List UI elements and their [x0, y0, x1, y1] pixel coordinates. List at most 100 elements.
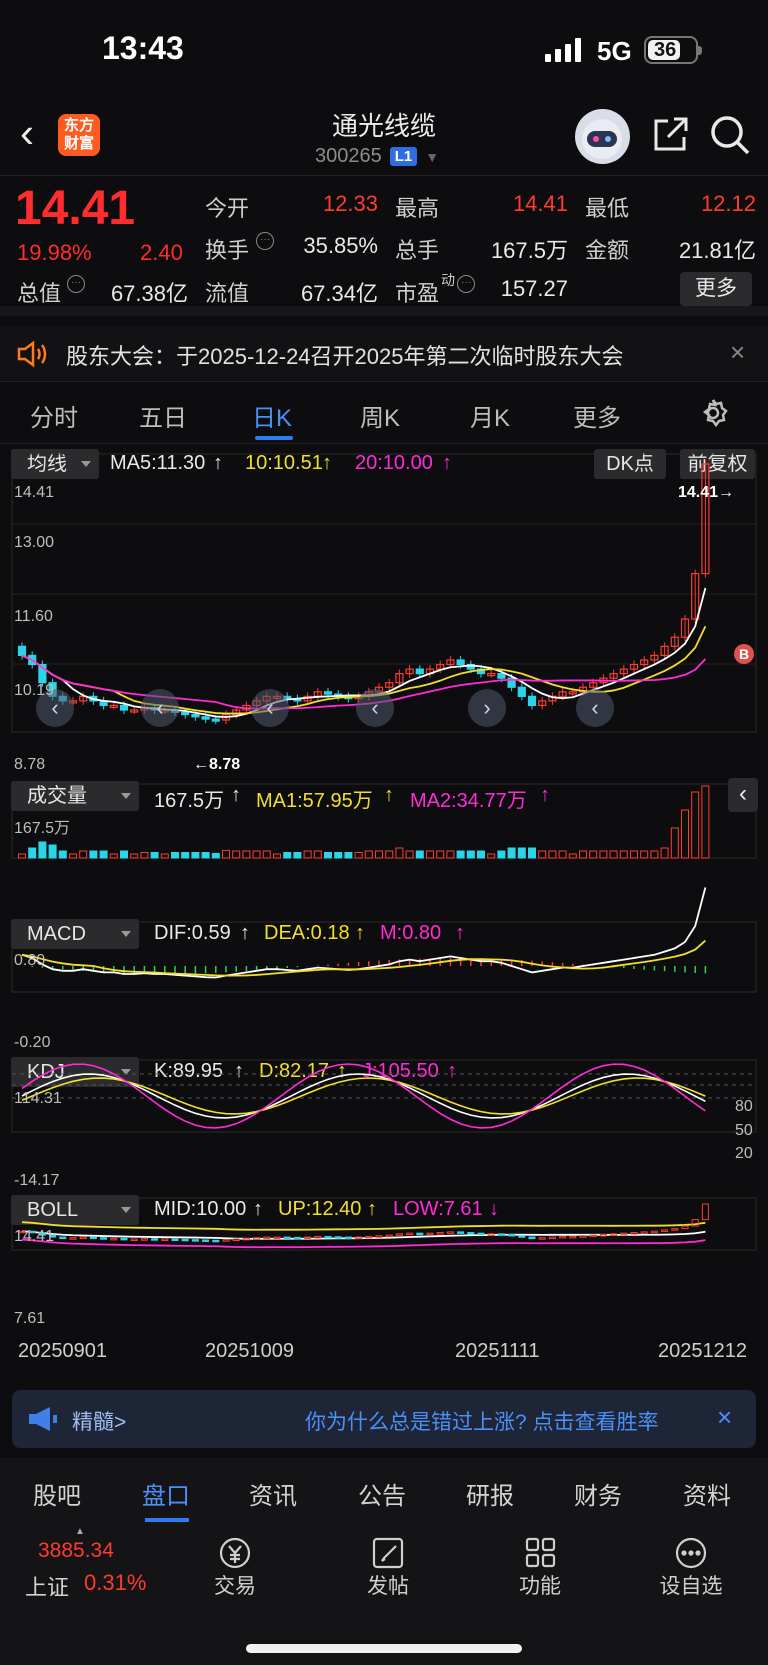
tab-orderbook[interactable]: 盘口	[142, 1476, 190, 1511]
boll-up-line	[21, 1221, 706, 1231]
date-axis: 20250901 20251009 20251111 20251212	[0, 1336, 768, 1374]
tab-daily-k[interactable]: 日K	[252, 398, 292, 433]
boll-candle	[161, 1238, 169, 1242]
volume-bars	[18, 785, 710, 859]
boll-candle	[69, 1237, 77, 1240]
candle-body	[517, 686, 526, 697]
volume-bar	[262, 850, 271, 859]
close-icon[interactable]: ×	[730, 337, 745, 368]
tab-forum[interactable]: 股吧	[33, 1476, 81, 1511]
tab-profile[interactable]: 资料	[683, 1476, 731, 1511]
float-label: 流值	[205, 281, 250, 306]
boll-candle	[375, 1235, 383, 1238]
tab-5day[interactable]: 五日	[139, 398, 187, 433]
tab-research[interactable]: 研报	[466, 1476, 514, 1511]
post-edit-icon[interactable]	[358, 1536, 418, 1570]
volume-bar	[568, 853, 577, 859]
tab-monthly-k[interactable]: 月K	[470, 398, 510, 433]
volume-bar	[232, 850, 241, 859]
trade-label[interactable]: 交易	[185, 1570, 285, 1600]
status-bar: 13:43 5G 36	[0, 0, 768, 100]
volume-bar	[426, 850, 434, 859]
info-tabs: 股吧 盘口 资讯 公告 研报 财务 资料	[0, 1458, 768, 1524]
tab-news[interactable]: 资讯	[249, 1476, 297, 1511]
volume-bar	[334, 852, 343, 859]
level-badge: L1	[389, 147, 418, 166]
post-label[interactable]: 发帖	[338, 1570, 438, 1600]
kdj-level-20: 20	[735, 1145, 753, 1162]
info-icon[interactable]: ···	[256, 232, 274, 250]
watchlist-label[interactable]: 设自选	[641, 1570, 741, 1600]
turnover-label: 换手	[205, 238, 250, 263]
candle-body	[181, 711, 190, 716]
volume-bar	[109, 853, 118, 859]
chevron-icon: ‹	[591, 695, 598, 720]
settings-gear-icon[interactable]	[698, 398, 728, 428]
chart-scroll-button: ‹	[141, 689, 179, 727]
kline-chart-area[interactable]: ‹ ‹ ‹ ‹ › ‹	[0, 444, 768, 1336]
volume-bar	[242, 850, 251, 859]
function-label[interactable]: 功能	[490, 1570, 590, 1600]
volume-bar	[558, 850, 567, 859]
share-icon[interactable]	[648, 113, 692, 157]
boll-candle	[324, 1235, 332, 1239]
pe-label: 市盈	[395, 281, 440, 306]
volume-bar	[466, 850, 475, 859]
info-icon[interactable]: ···	[67, 275, 85, 293]
more-button[interactable]: 更多	[680, 272, 752, 306]
volume-bar	[548, 850, 557, 859]
index-change[interactable]: 0.31%	[84, 1570, 146, 1596]
boll-candle	[518, 1235, 526, 1238]
add-watchlist-icon[interactable]	[661, 1536, 721, 1570]
volume-bar	[640, 850, 649, 859]
candles	[17, 460, 710, 724]
boll-candle	[385, 1234, 393, 1238]
volume-bar	[79, 850, 88, 859]
index-name[interactable]: 上证	[25, 1570, 69, 1602]
candle-body	[201, 716, 210, 720]
robot-assistant-icon[interactable]	[575, 109, 630, 164]
tab-weekly-k[interactable]: 周K	[360, 398, 400, 433]
volume-bar	[579, 850, 587, 859]
candle-body	[456, 659, 465, 666]
volume-bar	[477, 850, 485, 859]
high-value: 14.41	[512, 191, 568, 216]
volume-bar	[252, 850, 261, 859]
boll-candle	[416, 1232, 424, 1236]
pe-value: 157.27	[500, 276, 568, 301]
megaphone-icon	[29, 1407, 57, 1431]
stock-code-row[interactable]: 300265 L1 ▼	[315, 145, 439, 168]
boll-candle	[406, 1232, 414, 1236]
boll-candle	[701, 1203, 709, 1221]
buy-signal-badge[interactable]: B	[734, 644, 754, 664]
tab-announcements[interactable]: 公告	[358, 1476, 406, 1511]
panel-frame	[11, 453, 757, 733]
tab-intraday[interactable]: 分时	[30, 398, 78, 433]
volume-bar	[150, 852, 159, 859]
info-icon[interactable]: ···	[457, 275, 475, 293]
index-value[interactable]: 3885.34	[38, 1539, 114, 1563]
promo-banner[interactable]: 精髓> 你为什么总是错过上涨? 点击查看胜率 ×	[12, 1390, 756, 1448]
volume-bar	[609, 850, 618, 859]
trade-yuan-icon[interactable]	[205, 1536, 265, 1570]
date-label: 20251009	[205, 1340, 294, 1362]
boll-candle	[538, 1237, 546, 1240]
candle-body	[191, 713, 200, 718]
announcement-bar[interactable]: 股东大会：于2025-12-24召开2025年第二次临时股东大会 ×	[0, 326, 768, 382]
function-grid-icon[interactable]	[510, 1536, 570, 1570]
close-icon[interactable]: ×	[717, 1402, 732, 1433]
tab-more[interactable]: 更多	[573, 398, 621, 433]
boll-candle	[140, 1238, 148, 1241]
vol-y-top: 167.5万	[14, 820, 71, 837]
volume-bar	[354, 852, 363, 859]
home-indicator	[246, 1644, 522, 1653]
macd-dif-line	[21, 887, 707, 979]
chevron-down-icon: ▼	[425, 148, 440, 165]
tab-finance[interactable]: 财务	[574, 1476, 622, 1511]
boll-candle	[508, 1233, 516, 1237]
volume-bar	[171, 852, 179, 859]
search-icon[interactable]	[708, 113, 752, 157]
volume-bar	[364, 850, 373, 859]
volume-bar	[589, 850, 598, 859]
k-y-10: 10.19	[14, 682, 55, 699]
